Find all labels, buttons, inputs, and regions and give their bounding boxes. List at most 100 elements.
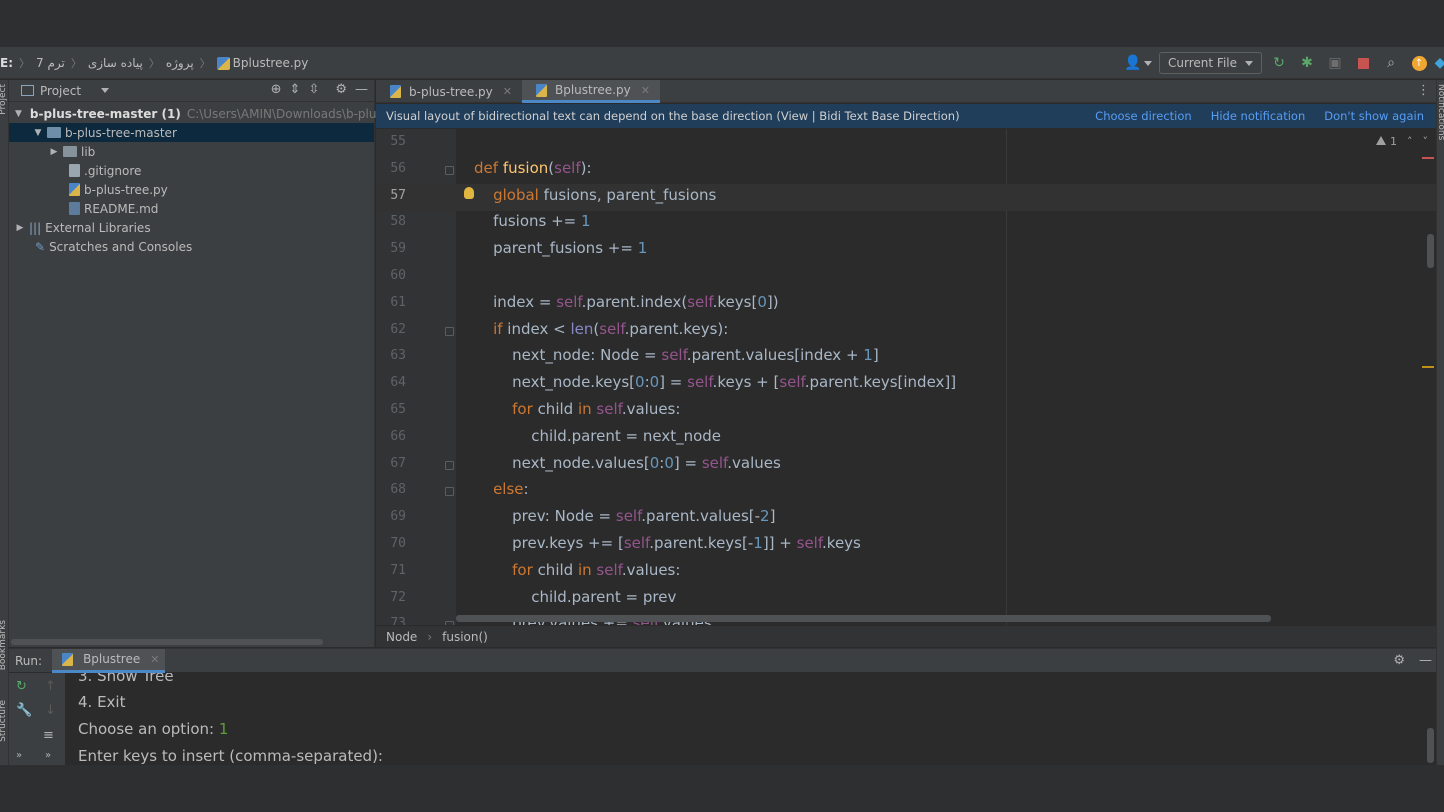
plugin-icon[interactable]: ◆ [1435,52,1444,74]
breadcrumb-item[interactable]: پیاده سازی [88,56,143,70]
soft-wrap-icon[interactable]: ≡ [43,728,54,743]
choose-direction-link[interactable]: Choose direction [1095,109,1192,123]
code-line[interactable]: 71 for child in self.values: [376,559,1436,586]
horizontal-scrollbar[interactable] [11,639,323,645]
code-line[interactable]: 65 for child in self.values: [376,398,1436,425]
console-line: 4. Exit [78,693,126,711]
close-icon[interactable]: ✕ [150,653,159,666]
expand-all-icon[interactable]: ⇕ [290,82,301,97]
code-line[interactable]: 72 child.parent = prev [376,586,1436,613]
gear-icon[interactable]: ⚙ [335,82,347,97]
project-tool-button[interactable]: Project [0,84,8,115]
run-tab-bplustree[interactable]: Bplustree ✕ [52,648,166,673]
code-line[interactable]: 70 prev.keys += [self.parent.keys[-1]] +… [376,532,1436,559]
run-console[interactable]: 3. Show Tree 4. Exit Choose an option: 1… [65,673,1436,765]
vertical-scrollbar[interactable] [1427,728,1434,763]
up-arrow-icon[interactable]: ↑ [45,679,56,694]
gear-icon[interactable]: ⚙ [1393,653,1405,668]
editor-breadcrumb: Node › fusion() [376,626,1444,647]
code-line[interactable]: 69 prev: Node = self.parent.values[-2] [376,505,1436,532]
structure-tool-button[interactable]: Structure [0,700,8,742]
code-line[interactable]: 56 def fusion(self): [376,157,1436,184]
code-line[interactable]: 60 [376,264,1436,291]
code-line[interactable]: 57 global fusions, parent_fusions [376,183,1436,211]
code-line[interactable]: 58 fusions += 1 [376,210,1436,237]
inspection-widget[interactable]: 1 ˄ ˅ [1376,135,1428,148]
tree-item-lib[interactable]: ▶ lib [9,142,374,161]
code-line[interactable]: 64 next_node.keys[0:0] = self.keys + [se… [376,371,1436,398]
fold-marker-icon[interactable] [445,165,454,175]
chevron-right-icon[interactable]: ▶ [49,147,59,157]
code-line[interactable]: 59 parent_fusions += 1 [376,237,1436,264]
breadcrumb-item[interactable]: پروژه [166,56,194,70]
code-line[interactable]: 67 next_node.values[0:0] = self.values [376,452,1436,479]
more-icon[interactable]: » [45,750,51,761]
breadcrumb-item[interactable]: ترم 7 [36,56,65,70]
tab-bplustree-py[interactable]: Bplustree.py ✕ [521,80,660,103]
collapse-all-icon[interactable]: ⇳ [308,82,319,97]
tree-item-readme[interactable]: README.md [9,199,374,218]
fold-marker-icon[interactable] [445,487,454,497]
code-line[interactable]: 61 index = self.parent.index(self.keys[0… [376,291,1436,318]
hide-icon[interactable]: — [1419,653,1432,668]
warning-stripe-mark[interactable] [1422,366,1434,368]
fold-marker-icon[interactable] [445,621,454,625]
chevron-right-icon[interactable]: ▶ [15,223,25,233]
stop-icon[interactable] [1352,52,1374,74]
rerun-icon[interactable]: ↻ [1268,52,1290,74]
run-configuration-select[interactable]: Current File [1159,52,1262,74]
down-arrow-icon[interactable]: ↓ [45,703,56,718]
chevron-down-icon[interactable]: ▼ [33,128,43,138]
tree-item-scratches[interactable]: ✎ Scratches and Consoles [9,237,374,256]
python-file-icon [69,183,80,196]
tree-item-external-libraries[interactable]: ▶ ||| External Libraries [9,218,374,237]
code-text: global fusions, parent_fusions [493,185,717,204]
wrench-icon[interactable]: 🔧 [16,703,32,718]
project-panel-title[interactable]: Project [40,84,81,98]
close-icon[interactable]: ✕ [503,85,512,98]
code-line[interactable]: 63 next_node: Node = self.parent.values[… [376,344,1436,371]
breadcrumb-drive[interactable]: E: [0,56,13,70]
tree-item-bplustree-py[interactable]: b-plus-tree.py [9,180,374,199]
code-line[interactable]: 55 [376,130,1436,157]
dont-show-again-link[interactable]: Don't show again [1324,109,1424,123]
bookmarks-tool-button[interactable]: Bookmarks [0,620,8,670]
tree-item-folder[interactable]: ▼ b-plus-tree-master [9,123,374,142]
user-icon[interactable]: 👤 [1123,52,1153,74]
tree-item-root[interactable]: ▼ b-plus-tree-master (1) C:\Users\AMIN\D… [9,104,411,123]
close-icon[interactable]: ✕ [641,84,650,97]
chevron-down-icon[interactable]: ˅ [1423,135,1429,148]
more-icon[interactable]: » [16,750,22,761]
fold-marker-icon[interactable] [445,460,454,470]
code-line[interactable]: 62 if index < len(self.parent.keys): [376,318,1436,345]
search-icon[interactable]: ⌕ [1380,52,1402,74]
tree-item-gitignore[interactable]: .gitignore [9,161,374,180]
code-line[interactable]: 66 child.parent = next_node [376,425,1436,452]
chevron-up-icon[interactable]: ˄ [1407,135,1413,148]
tab-b-plus-tree-py[interactable]: b-plus-tree.py ✕ [376,80,522,103]
lightbulb-icon[interactable] [464,187,474,199]
tree-item-label: README.md [84,201,159,216]
chevron-down-icon[interactable]: ▼ [15,109,22,119]
update-icon[interactable]: ↑ [1408,52,1430,74]
fold-marker-icon[interactable] [445,326,454,336]
hide-notification-link[interactable]: Hide notification [1211,109,1306,123]
coverage-icon[interactable]: ▣ [1324,52,1346,74]
error-stripe-mark[interactable] [1422,157,1434,159]
notifications-tool-button[interactable]: Notifications [1436,84,1444,140]
debug-icon[interactable]: ✱ [1296,52,1318,74]
horizontal-scrollbar[interactable] [456,615,1271,622]
breadcrumb-function[interactable]: fusion() [442,630,488,644]
locate-icon[interactable]: ⊕ [271,82,282,97]
bottom-letterbox [0,765,1444,812]
more-icon[interactable]: ⋮ [1417,83,1430,98]
line-number: 59 [390,241,406,257]
rerun-icon[interactable]: ↻ [16,679,27,694]
chevron-down-icon[interactable] [101,88,110,93]
code-line[interactable]: 68 else: [376,478,1436,505]
vertical-scrollbar[interactable] [1427,234,1434,268]
hide-icon[interactable]: — [355,82,368,97]
code-editor[interactable]: 55 56 def fusion(self): 57 global fusions, … [376,129,1436,625]
breadcrumb-file[interactable]: Bplustree.py [216,56,308,70]
breadcrumb-class[interactable]: Node [386,630,417,644]
